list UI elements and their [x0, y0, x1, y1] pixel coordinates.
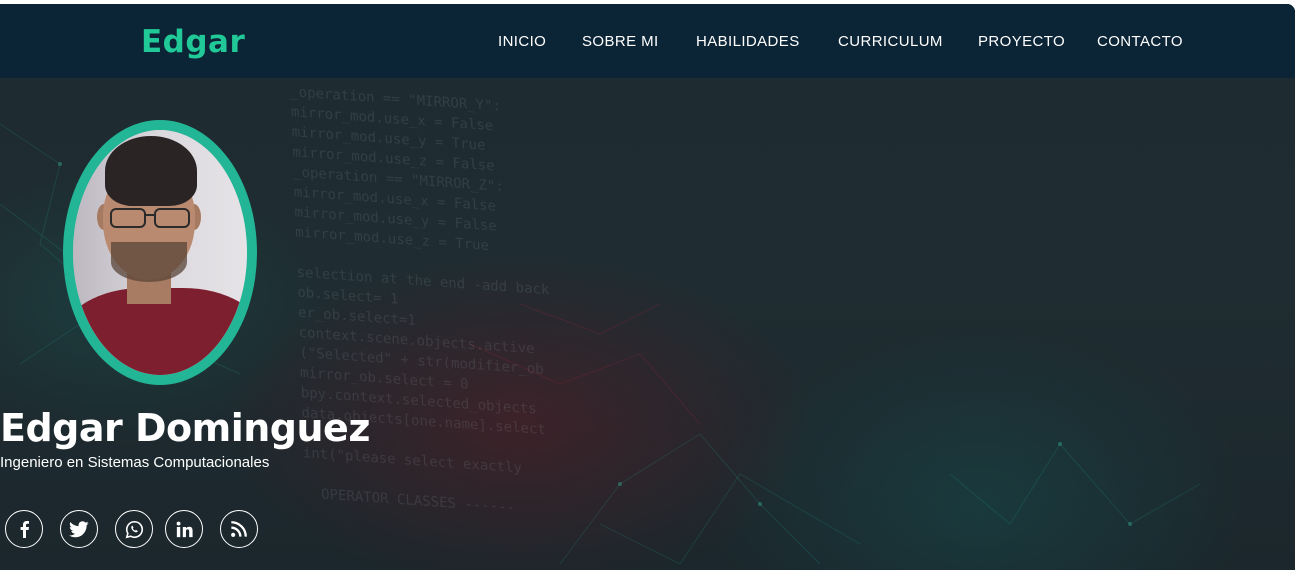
whatsapp-icon	[125, 520, 143, 538]
facebook-icon	[20, 521, 29, 538]
navbar: Edgar INICIO SOBRE MI HABILIDADES CURRIC…	[0, 4, 1295, 78]
nav-sobre-mi[interactable]: SOBRE MI	[582, 33, 659, 50]
profile-photo-image	[73, 130, 247, 375]
brand-logo[interactable]: Edgar	[141, 24, 245, 60]
twitter-button[interactable]	[60, 510, 98, 548]
social-links	[0, 510, 300, 556]
whatsapp-button[interactable]	[115, 510, 153, 548]
linkedin-button[interactable]	[165, 510, 203, 548]
nav-habilidades[interactable]: HABILIDADES	[696, 33, 800, 50]
linkedin-icon	[176, 521, 193, 537]
nav-contacto[interactable]: CONTACTO	[1097, 33, 1183, 50]
facebook-button[interactable]	[5, 510, 43, 548]
twitter-icon	[69, 520, 89, 537]
nav-inicio[interactable]: INICIO	[498, 33, 546, 50]
profile-photo	[63, 120, 257, 385]
profile-name: Edgar Dominguez	[0, 406, 370, 450]
rss-icon	[231, 521, 247, 537]
page-frame: _operation == "MIRROR_Y": mirror_mod.use…	[0, 4, 1295, 570]
profile-title: Ingeniero en Sistemas Computacionales	[0, 454, 270, 471]
nav-curriculum[interactable]: CURRICULUM	[838, 33, 943, 50]
nav-proyecto[interactable]: PROYECTO	[978, 33, 1065, 50]
rss-button[interactable]	[220, 510, 258, 548]
